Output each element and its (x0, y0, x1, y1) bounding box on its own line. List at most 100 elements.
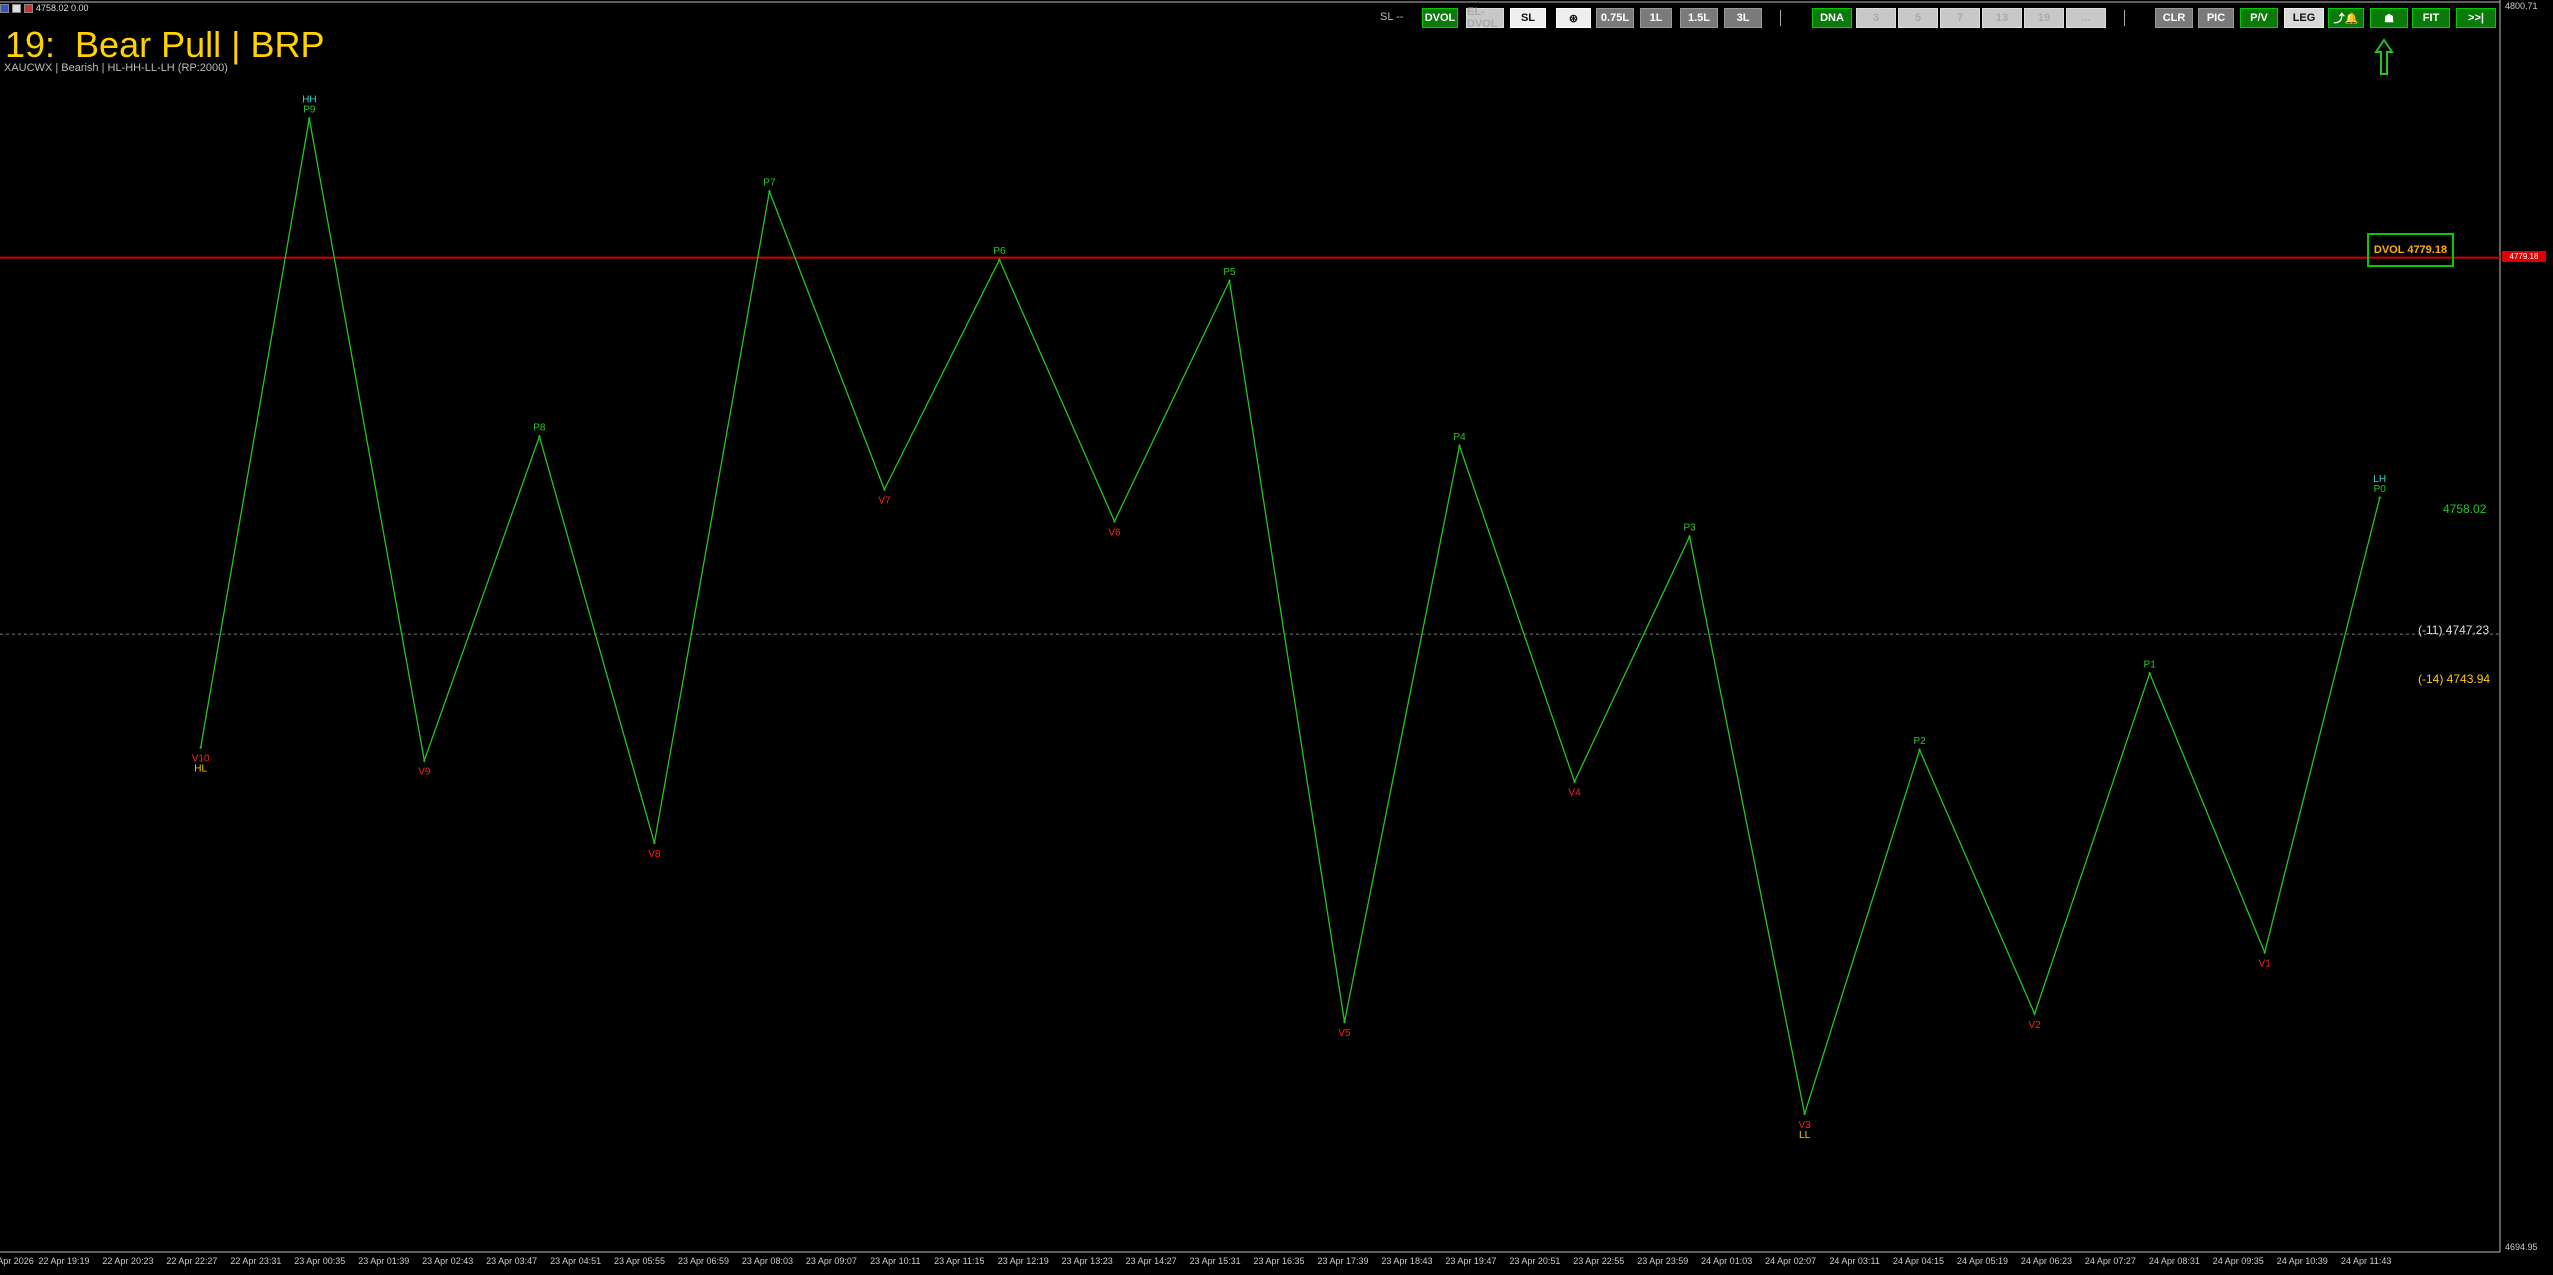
toolbar-button-3[interactable]: ⊛ (1556, 8, 1591, 28)
toolbar-button-18[interactable]: LEG (2284, 8, 2324, 28)
pivot-label-P3: P3 (1683, 523, 1696, 534)
time-tick-label: 23 Apr 19:47 (1445, 1256, 1497, 1266)
price-axis-min: 4694.95 (2505, 1242, 2538, 1252)
quote-text: 4758.02 0.00 (36, 3, 89, 13)
pivot-point-V5 (1343, 1020, 1346, 1024)
time-tick-label: 23 Apr 15:31 (1189, 1256, 1241, 1266)
time-tick-label: 22 Apr 22:27 (166, 1256, 218, 1266)
toolbar-button-20[interactable]: ☗ (2370, 8, 2408, 28)
toolbar-button-22[interactable]: >>| (2456, 8, 2496, 28)
toolbar-button-16[interactable]: PIC (2198, 8, 2234, 28)
structure-label-LL: LL (1799, 1130, 1811, 1141)
time-tick-label: 23 Apr 12:19 (997, 1256, 1049, 1266)
pivot-point-P1 (2148, 672, 2151, 675)
toolbar-button-7[interactable]: 3L (1724, 8, 1762, 28)
toolbar-button-0[interactable]: DVOL (1422, 8, 1458, 28)
level-11-label: (-11) 4747.23 (2418, 623, 2490, 637)
pivot-point-V6 (1113, 520, 1116, 523)
time-tick-label: 22 Apr 23:31 (230, 1256, 282, 1266)
time-tick-label: 23 Apr 03:47 (486, 1256, 538, 1266)
plot-area (0, 0, 2500, 1252)
time-tick-label: 24 Apr 09:35 (2212, 1256, 2264, 1266)
pivot-label-V6: V6 (1108, 527, 1121, 538)
price-chart[interactable]: V10HLP9HHV9P8V8P7V7P6V6P5V5P4V4P3V3LLP2V… (0, 0, 2553, 1275)
time-tick-label: 23 Apr 08:03 (741, 1256, 793, 1266)
toolbar-button-13[interactable]: 19 (2024, 8, 2064, 28)
toolbar-button-21[interactable]: FIT (2412, 8, 2450, 28)
pivot-label-V4: V4 (1568, 788, 1581, 799)
time-tick-label: 24 Apr 02:07 (1765, 1256, 1817, 1266)
pivot-label-P8: P8 (533, 422, 546, 433)
toolbar-button-12[interactable]: 13 (1982, 8, 2022, 28)
toolbar-button-10[interactable]: 5 (1898, 8, 1938, 28)
pivot-point-P2 (1918, 748, 1921, 752)
pivot-label-V5: V5 (1338, 1028, 1351, 1039)
toolbar-button-9[interactable]: 3 (1856, 8, 1896, 28)
pivot-point-V8 (653, 841, 656, 845)
pivot-point-V2 (2033, 1012, 2036, 1015)
time-tick-label: 23 Apr 10:11 (870, 1256, 921, 1266)
dvol-label-box[interactable]: DVOL 4779.18 (2367, 233, 2454, 267)
pivot-point-V3 (1803, 1112, 1806, 1116)
pivot-label-V7: V7 (878, 496, 891, 507)
toolbar-button-8[interactable]: DNA (1812, 8, 1852, 28)
toolbar-button-15[interactable]: CLR (2155, 8, 2193, 28)
window-icon[interactable] (12, 3, 21, 13)
time-tick-label: 2 Apr 2026 (0, 1256, 34, 1266)
toolbar-button-4[interactable]: 0.75L (1596, 8, 1634, 28)
pivot-point-P6 (998, 258, 1001, 261)
pivot-label-V1: V1 (2259, 959, 2272, 970)
level-14-label: (-14) 4743.94 (2418, 672, 2491, 686)
toolbar-button-11[interactable]: 7 (1940, 8, 1980, 28)
pivot-label-P7: P7 (763, 177, 776, 188)
toolbar-divider (2124, 10, 2125, 26)
toolbar-button-19[interactable]: ⤴🔔 (2328, 8, 2364, 28)
time-tick-label: 23 Apr 17:39 (1317, 1256, 1369, 1266)
pivot-point-P8 (538, 435, 541, 438)
structure-label-HH: HH (302, 94, 316, 105)
up-arrow-icon (2374, 38, 2394, 75)
time-tick-label: 23 Apr 11:15 (934, 1256, 985, 1266)
close-icon[interactable] (24, 3, 33, 13)
pivot-point-P9 (308, 117, 311, 120)
toolbar-button-2[interactable]: SL (1510, 8, 1546, 28)
pivot-point-V7 (883, 488, 886, 491)
pivot-label-V9: V9 (418, 766, 431, 777)
time-tick-label: 23 Apr 05:55 (614, 1256, 666, 1266)
time-tick-label: 23 Apr 04:51 (550, 1256, 602, 1266)
pivot-label-P0: P0 (2374, 484, 2387, 495)
toolbar-button-1[interactable]: EL-DVOL (1466, 6, 1504, 30)
time-tick-label: 24 Apr 05:19 (1956, 1256, 2009, 1266)
window-icon[interactable] (0, 3, 9, 13)
time-tick-label: 23 Apr 02:43 (422, 1256, 474, 1266)
pivot-label-P5: P5 (1223, 267, 1236, 278)
pivot-label-P4: P4 (1453, 432, 1466, 443)
time-tick-label: 22 Apr 20:23 (102, 1256, 154, 1266)
toolbar-button-17[interactable]: P/V (2240, 8, 2278, 28)
time-tick-label: 24 Apr 10:39 (2276, 1256, 2328, 1266)
toolbar-button-14[interactable]: ... (2066, 8, 2106, 28)
time-tick-label: 24 Apr 04:15 (1893, 1256, 1945, 1266)
current-price-label: 4758.02 (2443, 502, 2487, 516)
pivot-point-V10 (199, 746, 202, 749)
pivot-label-P1: P1 (2144, 659, 2157, 670)
pivot-point-P7 (768, 190, 771, 193)
pivot-label-P2: P2 (1913, 736, 1926, 747)
pivot-label-V2: V2 (2029, 1020, 2042, 1031)
time-tick-label: 23 Apr 16:35 (1253, 1256, 1305, 1266)
pivot-label-P9: P9 (303, 104, 316, 115)
pivot-point-V1 (2263, 951, 2266, 954)
time-tick-label: 23 Apr 20:51 (1509, 1256, 1561, 1266)
time-tick-label: 24 Apr 11:43 (2341, 1256, 2392, 1266)
toolbar-button-6[interactable]: 1.5L (1680, 8, 1718, 28)
time-tick-label: 23 Apr 18:43 (1381, 1256, 1433, 1266)
page-subtitle: XAUCWX | Bearish | HL-HH-LL-LH (RP:2000) (4, 62, 228, 74)
structure-label-LH: LH (2373, 474, 2386, 485)
time-tick-label: 23 Apr 06:59 (677, 1256, 730, 1266)
time-tick-label: 23 Apr 23:59 (1637, 1256, 1689, 1266)
toolbar-button-5[interactable]: 1L (1640, 8, 1672, 28)
dvol-price-tag: 4779.18 (2502, 251, 2546, 262)
time-tick-label: 23 Apr 01:39 (358, 1256, 410, 1266)
time-tick-label: 23 Apr 09:07 (805, 1256, 857, 1266)
structure-label-HL: HL (194, 764, 207, 775)
